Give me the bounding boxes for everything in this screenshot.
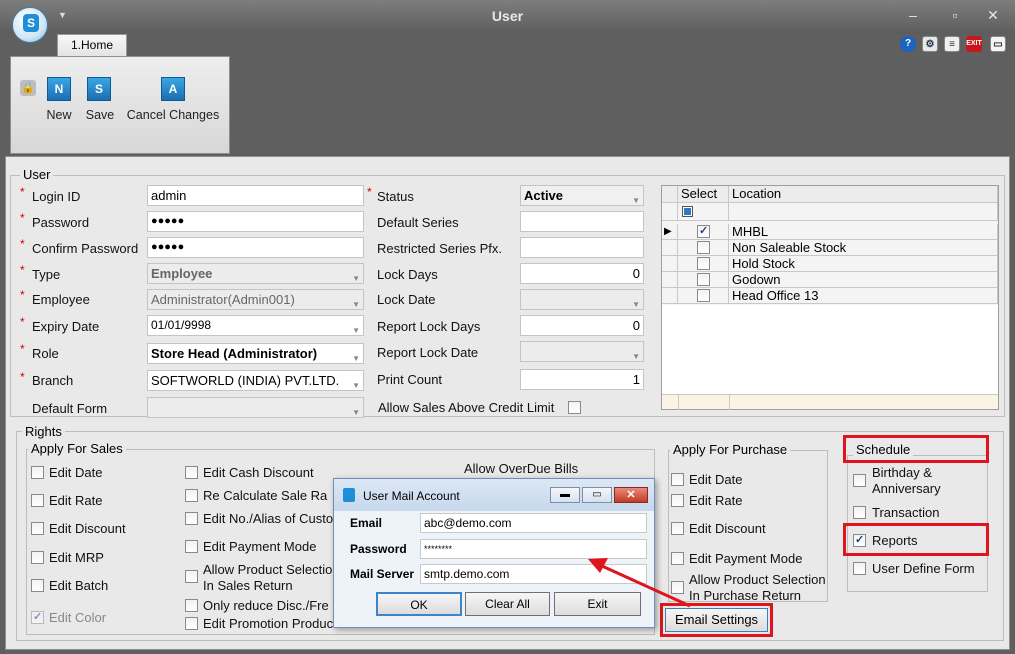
app-logo-icon[interactable]: S xyxy=(12,7,48,43)
annotation-arrow xyxy=(588,558,691,608)
arrow-line xyxy=(601,564,691,608)
arrow-head xyxy=(588,558,608,573)
